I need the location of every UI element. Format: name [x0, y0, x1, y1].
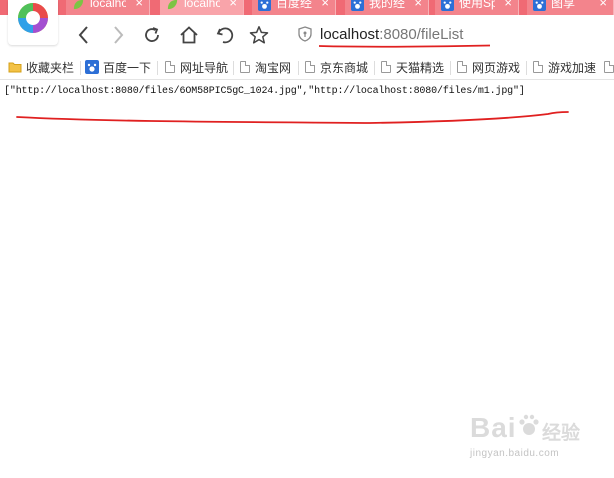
- page-icon: [457, 61, 467, 73]
- home-icon: [180, 26, 198, 44]
- reload-button[interactable]: [140, 21, 164, 49]
- paw-icon: [441, 0, 454, 11]
- divider: [80, 61, 81, 75]
- forward-button[interactable]: [106, 21, 130, 49]
- close-icon[interactable]: ×: [599, 0, 607, 11]
- browser-logo-icon: [18, 3, 48, 33]
- home-button[interactable]: [177, 21, 201, 49]
- reload-icon: [145, 27, 159, 42]
- divider: [374, 61, 375, 75]
- paw-icon: [85, 60, 99, 74]
- divider: [157, 61, 158, 75]
- watermark-brand-cn: 经验: [542, 423, 581, 444]
- bookmark-webgames[interactable]: 网页游戏: [455, 58, 520, 76]
- undo-icon: [216, 27, 234, 44]
- bookmark-label: 百度一下: [103, 60, 152, 75]
- tab-4[interactable]: 使用Spring ×: [435, 0, 519, 15]
- star-icon: [249, 26, 269, 44]
- divider: [298, 61, 299, 75]
- close-icon[interactable]: ×: [321, 0, 329, 11]
- page-icon: [533, 61, 543, 73]
- bookmark-label: 京东商城: [320, 60, 369, 75]
- page-icon: [604, 61, 614, 73]
- close-icon[interactable]: ×: [414, 0, 422, 11]
- favorite-button[interactable]: [247, 21, 271, 49]
- back-button[interactable]: [72, 21, 96, 49]
- tab-5[interactable]: 图享 ×: [527, 0, 614, 15]
- bookmarks-bar: 收藏夹栏 百度一下 网址导航 淘宝网 京东商城 天猫精选 网页游戏 游戏加速: [0, 55, 614, 80]
- page-icon: [305, 61, 315, 73]
- leaf-icon: [73, 0, 84, 10]
- bookmark-game-accel[interactable]: 游戏加速: [531, 58, 596, 76]
- tab-title: 我的经验: [369, 0, 405, 10]
- watermark-brand: Bai: [470, 412, 517, 443]
- address-text: localhost:8080/fileList: [320, 26, 463, 43]
- url-underline-annotation: [318, 44, 491, 48]
- divider: [233, 61, 234, 75]
- tab-2[interactable]: 百度经验 ×: [252, 0, 336, 15]
- tab-title: 百度经验: [276, 0, 312, 10]
- page-icon: [381, 61, 391, 73]
- red-underline-annotation: [16, 111, 569, 124]
- toolbar: localhost:8080/fileList: [0, 15, 614, 55]
- tab-3[interactable]: 我的经验 ×: [345, 0, 429, 15]
- page-body-text: ["http://localhost:8080/files/6OM58PIC5g…: [4, 86, 525, 97]
- tab-title: localhost: [184, 0, 220, 10]
- leaf-icon: [167, 0, 178, 10]
- paw-icon: [351, 0, 364, 11]
- forward-icon: [114, 26, 124, 44]
- page-icon: [165, 61, 175, 73]
- paw-icon: [533, 0, 546, 11]
- bookmark-label: 收藏夹栏: [26, 60, 75, 75]
- bookmark-label: 网址导航: [180, 60, 229, 75]
- bookmark-label: 网页游戏: [472, 60, 521, 75]
- bookmark-tmall[interactable]: 天猫精选: [379, 58, 444, 76]
- tab-1[interactable]: localhost ×: [160, 0, 244, 15]
- bookmark-label: 游戏加速: [548, 60, 597, 75]
- paw-icon: [519, 414, 539, 435]
- divider: [526, 61, 527, 75]
- bookmark-favorites-folder[interactable]: 收藏夹栏: [8, 58, 74, 76]
- address-host: localhost: [320, 26, 380, 43]
- page-icon: [240, 61, 250, 73]
- close-icon[interactable]: ×: [229, 0, 237, 11]
- bookmark-label: 天猫精选: [396, 60, 445, 75]
- back-icon: [78, 26, 88, 44]
- tab-title: 使用Spring: [459, 0, 495, 10]
- shield-icon: [298, 26, 312, 42]
- divider: [450, 61, 451, 75]
- close-icon[interactable]: ×: [504, 0, 512, 11]
- paw-icon: [258, 0, 271, 11]
- tab-title: 图享: [551, 0, 576, 10]
- browser-logo[interactable]: [8, 0, 58, 45]
- tab-title: localhost: [90, 0, 126, 10]
- bookmark-label: 淘宝网: [255, 60, 292, 75]
- address-path: :8080/fileList: [379, 26, 464, 43]
- tab-0[interactable]: localhost ×: [66, 0, 150, 15]
- bookmark-overflow[interactable]: [602, 58, 614, 76]
- folder-icon: [8, 62, 22, 73]
- bookmark-nav[interactable]: 网址导航: [163, 58, 228, 76]
- bookmark-taobao[interactable]: 淘宝网: [238, 58, 291, 76]
- bookmark-baidu[interactable]: 百度一下: [85, 58, 151, 76]
- bookmark-jd[interactable]: 京东商城: [303, 58, 368, 76]
- tab-strip: localhost × localhost × 百度经验 × 我的经验 × 使用…: [0, 0, 614, 15]
- watermark-site: jingyan.baidu.com: [470, 448, 560, 459]
- close-icon[interactable]: ×: [135, 0, 143, 11]
- watermark: Bai 经验 jingyan.baidu.com: [470, 412, 610, 468]
- undo-button[interactable]: [213, 21, 237, 49]
